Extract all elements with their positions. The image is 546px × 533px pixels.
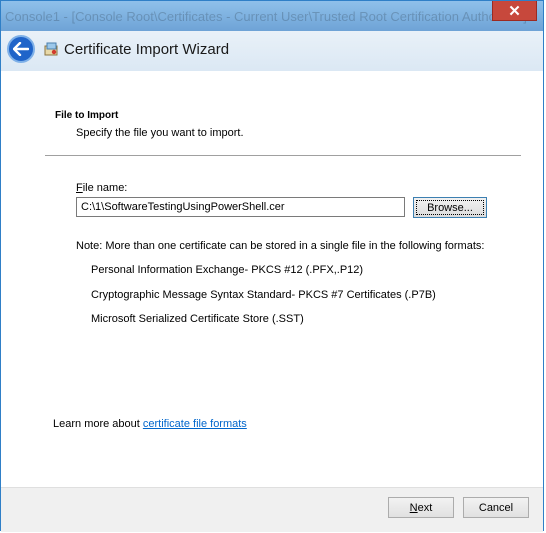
next-button[interactable]: Next [388,497,454,518]
title-bar[interactable]: Console1 - [Console Root\Certificates - … [1,1,543,31]
file-name-label-text: ile name: [82,182,128,194]
learn-more: Learn more about certificate file format… [53,418,247,430]
browse-button[interactable]: Browse... [413,197,487,218]
format-item: Cryptographic Message Syntax Standard- P… [91,289,436,301]
wizard-title: Certificate Import Wizard [64,41,230,58]
next-button-label: ext [417,501,433,514]
section-subtitle: Specify the file you want to import. [76,127,244,139]
file-name-accelerator: F [76,182,83,194]
cancel-button[interactable]: Cancel [463,497,529,518]
wizard-footer: Next Cancel [1,487,543,532]
learn-more-text: Learn more about [53,418,143,430]
certificate-wizard-icon [44,42,58,56]
wizard-header: Certificate Import Wizard [1,31,543,71]
formats-note: Note: More than one certificate can be s… [76,240,485,252]
browse-button-label: Browse... [427,201,473,214]
close-button[interactable]: ✕ [492,1,537,21]
wizard-window: Console1 - [Console Root\Certificates - … [0,0,544,532]
file-name-label: File name: [76,182,127,194]
certificate-formats-link[interactable]: certificate file formats [143,418,247,430]
next-accelerator: N [409,501,418,514]
wizard-content: File to Import Specify the file you want… [1,71,543,487]
background-window-title: Console1 - [Console Root\Certificates - … [5,9,527,24]
back-arrow-icon [13,42,29,56]
divider [45,155,521,156]
format-item: Personal Information Exchange- PKCS #12 … [91,264,364,276]
back-button[interactable] [7,35,35,63]
format-item: Microsoft Serialized Certificate Store (… [91,313,304,325]
close-icon: ✕ [508,2,521,20]
file-name-input[interactable] [76,197,405,217]
section-title: File to Import [55,110,119,121]
cancel-button-label: Cancel [478,501,514,514]
